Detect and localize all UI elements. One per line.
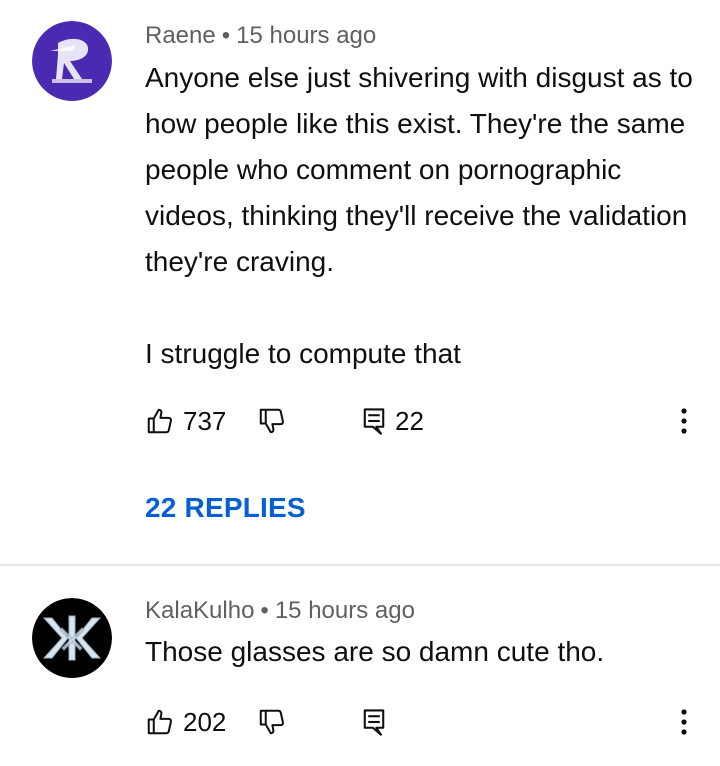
thumbs-up-icon	[147, 408, 172, 434]
more-options-button[interactable]	[672, 702, 696, 742]
more-vert-icon	[681, 408, 687, 434]
dislike-button[interactable]	[257, 401, 287, 441]
author-name[interactable]: KalaKulho	[145, 597, 254, 624]
reply-count: 22	[395, 405, 424, 436]
separator: •	[260, 597, 269, 624]
comment-thread: KalaKulho • 15 hours ago Those glasses are…	[0, 566, 720, 766]
thumbs-down-icon	[259, 709, 284, 735]
comment-paragraph: I struggle to compute that	[145, 338, 461, 369]
more-vert-icon	[681, 709, 687, 735]
avatar-image	[32, 21, 112, 101]
reply-button[interactable]	[361, 702, 387, 742]
comment-meta: KalaKulho • 15 hours ago	[145, 597, 415, 625]
comment-paragraph: Those glasses are so damn cute tho.	[145, 636, 605, 667]
like-button[interactable]: 202	[145, 702, 226, 742]
thumbs-down-icon	[259, 408, 284, 434]
like-count: 202	[183, 706, 227, 737]
like-count: 737	[183, 405, 227, 436]
more-options-button[interactable]	[672, 401, 696, 441]
dislike-button[interactable]	[257, 702, 287, 742]
avatar[interactable]	[32, 21, 112, 101]
author-name[interactable]: Raene	[145, 22, 216, 49]
comment-meta: Raene • 15 hours ago	[145, 22, 376, 50]
avatar[interactable]	[32, 598, 112, 678]
comment-text: Anyone else just shivering with disgust …	[145, 55, 705, 377]
reply-icon	[363, 408, 385, 435]
comment-thread: Raene • 15 hours ago Anyone else just shiv…	[0, 0, 720, 566]
separator: •	[221, 22, 231, 49]
comment-time: 15 hours ago	[274, 597, 415, 624]
avatar-image	[32, 598, 112, 678]
comment-text: Those glasses are so damn cute tho.	[145, 629, 705, 675]
comment-actions: 737 22	[145, 401, 696, 441]
comment-paragraph: Anyone else just shivering with disgust …	[145, 62, 693, 277]
reply-button[interactable]: 22	[361, 401, 424, 441]
view-replies-link[interactable]: 22 REPLIES	[145, 492, 306, 524]
reply-icon	[363, 709, 385, 736]
thumbs-up-icon	[147, 709, 172, 735]
like-button[interactable]: 737	[145, 401, 226, 441]
comment-actions: 202	[145, 702, 696, 742]
comment-time: 15 hours ago	[236, 22, 377, 49]
